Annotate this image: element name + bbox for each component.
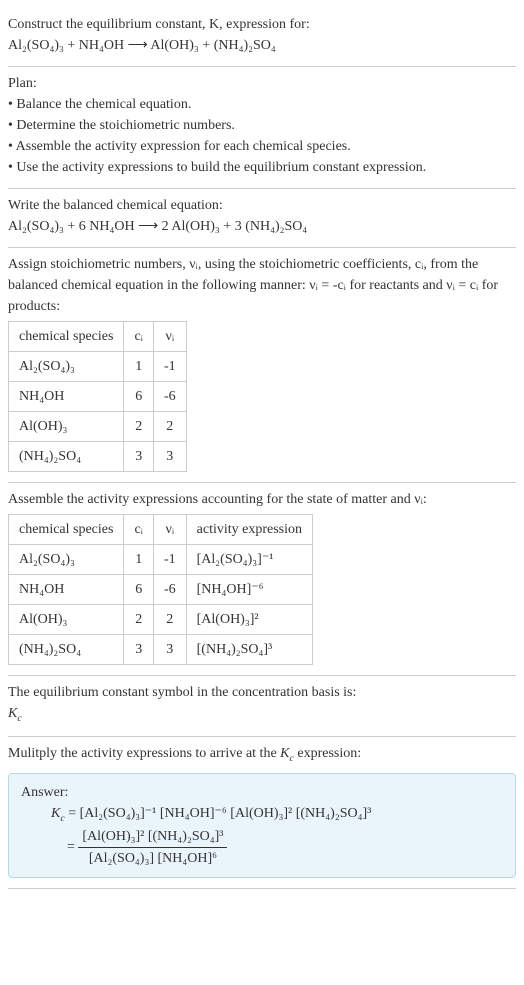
col-header: cᵢ — [124, 515, 154, 545]
col-header: activity expression — [186, 515, 312, 545]
activity-section: Assemble the activity expressions accoun… — [8, 483, 516, 676]
cell: Al₂(SO₄)₃ — [9, 545, 124, 575]
balanced-equation: Al₂(SO₄)₃ + 6 NH₄OH ⟶ 2 Al(OH)₃ + 3 (NH₄… — [8, 216, 516, 237]
table-row: Al(OH)₃ 2 2 [Al(OH)₃]² — [9, 605, 313, 635]
intro-text: Construct the equilibrium constant, K, e… — [8, 17, 310, 32]
cell: Al₂(SO₄)₃ — [9, 352, 124, 382]
table-row: (NH₄)₂SO₄ 3 3 — [9, 442, 187, 472]
cell: (NH₄)₂SO₄ — [9, 635, 124, 665]
plan-section: Plan: • Balance the chemical equation. •… — [8, 67, 516, 189]
table-row: chemical species cᵢ νᵢ — [9, 322, 187, 352]
cell: 3 — [124, 442, 154, 472]
cell: 2 — [153, 605, 186, 635]
table-row: chemical species cᵢ νᵢ activity expressi… — [9, 515, 313, 545]
answer-line2: = [Al(OH)₃]² [(NH₄)₂SO₄]³ [Al₂(SO₄)₃] [N… — [67, 826, 503, 869]
intro-equation: Al₂(SO₄)₃ + NH₄OH ⟶ Al(OH)₃ + (NH₄)₂SO₄ — [8, 35, 516, 56]
activity-table: chemical species cᵢ νᵢ activity expressi… — [8, 514, 313, 665]
symbol-value: Kc — [8, 703, 516, 726]
cell: -6 — [153, 382, 186, 412]
cell: 3 — [124, 635, 154, 665]
multiply-section: Mulitply the activity expressions to arr… — [8, 737, 516, 889]
cell: 2 — [124, 412, 154, 442]
cell: 2 — [124, 605, 154, 635]
cell: NH₄OH — [9, 575, 124, 605]
col-header: νᵢ — [153, 515, 186, 545]
answer-fraction: [Al(OH)₃]² [(NH₄)₂SO₄]³ [Al₂(SO₄)₃] [NH₄… — [78, 826, 227, 869]
stoich-section: Assign stoichiometric numbers, νᵢ, using… — [8, 248, 516, 483]
plan-heading: Plan: — [8, 73, 516, 94]
cell: 3 — [153, 635, 186, 665]
cell: 6 — [124, 382, 154, 412]
stoich-table: chemical species cᵢ νᵢ Al₂(SO₄)₃ 1 -1 NH… — [8, 321, 187, 472]
cell: 2 — [153, 412, 186, 442]
cell: 6 — [124, 575, 154, 605]
answer-label: Answer: — [21, 782, 503, 803]
col-header: chemical species — [9, 515, 124, 545]
cell: (NH₄)₂SO₄ — [9, 442, 124, 472]
table-row: NH₄OH 6 -6 — [9, 382, 187, 412]
plan-item: • Use the activity expressions to build … — [8, 157, 516, 178]
col-header: νᵢ — [153, 322, 186, 352]
multiply-text: Mulitply the activity expressions to arr… — [8, 743, 516, 766]
cell: 1 — [124, 352, 154, 382]
balanced-section: Write the balanced chemical equation: Al… — [8, 189, 516, 248]
plan-item: • Assemble the activity expression for e… — [8, 136, 516, 157]
table-row: Al₂(SO₄)₃ 1 -1 — [9, 352, 187, 382]
stoich-text: Assign stoichiometric numbers, νᵢ, using… — [8, 254, 516, 317]
symbol-section: The equilibrium constant symbol in the c… — [8, 676, 516, 737]
symbol-text: The equilibrium constant symbol in the c… — [8, 682, 516, 703]
cell: Al(OH)₃ — [9, 605, 124, 635]
plan-item: • Determine the stoichiometric numbers. — [8, 115, 516, 136]
cell: [NH₄OH]⁻⁶ — [186, 575, 312, 605]
balanced-text: Write the balanced chemical equation: — [8, 195, 516, 216]
cell: [Al₂(SO₄)₃]⁻¹ — [186, 545, 312, 575]
cell: Al(OH)₃ — [9, 412, 124, 442]
cell: [(NH₄)₂SO₄]³ — [186, 635, 312, 665]
cell: -1 — [153, 545, 186, 575]
activity-text: Assemble the activity expressions accoun… — [8, 489, 516, 510]
cell: 3 — [153, 442, 186, 472]
intro-section: Construct the equilibrium constant, K, e… — [8, 8, 516, 67]
table-row: (NH₄)₂SO₄ 3 3 [(NH₄)₂SO₄]³ — [9, 635, 313, 665]
fraction-denominator: [Al₂(SO₄)₃] [NH₄OH]⁶ — [78, 848, 227, 869]
col-header: chemical species — [9, 322, 124, 352]
answer-line1: Kc = [Al₂(SO₄)₃]⁻¹ [NH₄OH]⁻⁶ [Al(OH)₃]² … — [51, 803, 503, 826]
table-row: NH₄OH 6 -6 [NH₄OH]⁻⁶ — [9, 575, 313, 605]
cell: [Al(OH)₃]² — [186, 605, 312, 635]
answer-box: Answer: Kc = [Al₂(SO₄)₃]⁻¹ [NH₄OH]⁻⁶ [Al… — [8, 773, 516, 878]
col-header: cᵢ — [124, 322, 154, 352]
intro-line: Construct the equilibrium constant, K, e… — [8, 14, 516, 35]
cell: -6 — [153, 575, 186, 605]
table-row: Al(OH)₃ 2 2 — [9, 412, 187, 442]
cell: 1 — [124, 545, 154, 575]
fraction-numerator: [Al(OH)₃]² [(NH₄)₂SO₄]³ — [78, 826, 227, 848]
cell: NH₄OH — [9, 382, 124, 412]
plan-item: • Balance the chemical equation. — [8, 94, 516, 115]
cell: -1 — [153, 352, 186, 382]
table-row: Al₂(SO₄)₃ 1 -1 [Al₂(SO₄)₃]⁻¹ — [9, 545, 313, 575]
